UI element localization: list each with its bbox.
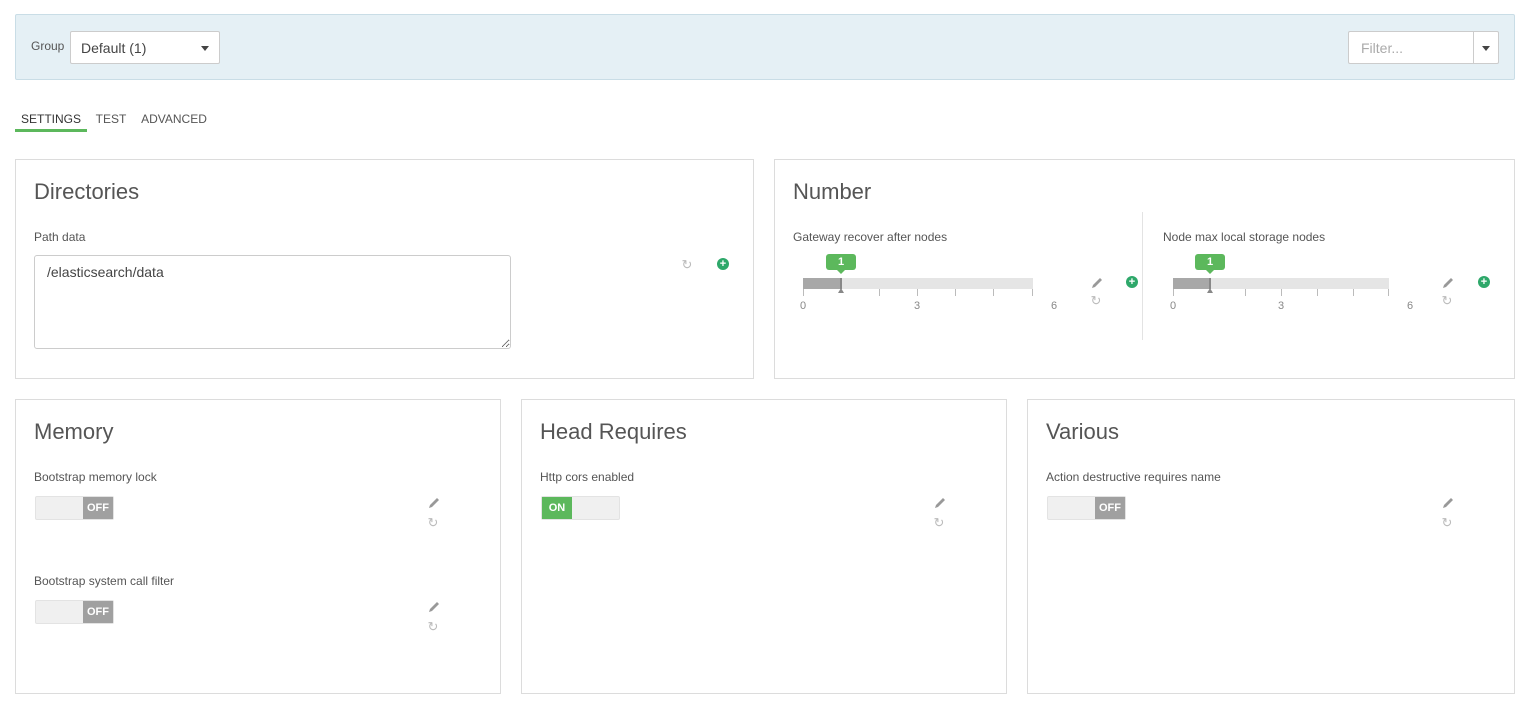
slider-value-bubble: 1 xyxy=(826,254,856,274)
syscall-filter-toggle[interactable]: OFF xyxy=(35,600,114,624)
slider-tick xyxy=(803,289,804,296)
slider-tick xyxy=(1173,289,1174,296)
slider-tick xyxy=(917,289,918,296)
refresh-icon[interactable]: ↻ xyxy=(427,620,439,633)
slider-tick xyxy=(1032,289,1033,296)
pencil-icon[interactable] xyxy=(427,496,441,510)
panel-title: Head Requires xyxy=(540,419,687,444)
node-max-storage-label: Node max local storage nodes xyxy=(1163,230,1326,244)
head-requires-panel: Head Requires Http cors enabled ON ↻ xyxy=(521,399,1007,694)
slider-tick xyxy=(1317,289,1318,296)
add-icon[interactable]: + xyxy=(717,258,729,270)
memory-panel: Memory Bootstrap memory lock OFF ↻ Boots… xyxy=(15,399,501,694)
slider-tick xyxy=(1388,289,1389,296)
panel-title: Number xyxy=(793,179,872,204)
slider-pointer xyxy=(838,288,844,293)
slider-tick xyxy=(1353,289,1354,296)
pencil-icon[interactable] xyxy=(1090,276,1104,290)
memory-lock-label: Bootstrap memory lock xyxy=(34,470,157,484)
http-cors-toggle[interactable]: ON xyxy=(541,496,620,520)
toggle-state: OFF xyxy=(83,497,113,519)
slider-pointer xyxy=(1207,288,1213,293)
toggle-state: OFF xyxy=(83,601,113,623)
destructive-requires-name-toggle[interactable]: OFF xyxy=(1047,496,1126,520)
slider-max-label: 6 xyxy=(1407,300,1414,312)
pencil-icon[interactable] xyxy=(427,600,441,614)
panel-title: Various xyxy=(1046,419,1119,444)
http-cors-label: Http cors enabled xyxy=(540,470,635,484)
slider-fill xyxy=(803,278,841,289)
column-divider xyxy=(1142,212,1143,340)
group-select-value: Default (1) xyxy=(81,40,147,56)
refresh-icon[interactable]: ↻ xyxy=(1441,294,1453,307)
tab-test[interactable]: TEST xyxy=(93,108,129,132)
tab-advanced[interactable]: ADVANCED xyxy=(141,108,207,132)
add-icon[interactable]: + xyxy=(1126,276,1138,288)
slider-tick xyxy=(879,289,880,296)
gateway-recover-label: Gateway recover after nodes xyxy=(793,230,948,244)
number-panel: Number Gateway recover after nodes 1 0 3… xyxy=(774,159,1515,379)
chevron-down-icon xyxy=(201,46,209,51)
path-data-label: Path data xyxy=(34,230,86,244)
filter-dropdown-button[interactable] xyxy=(1473,31,1499,64)
slider-tick xyxy=(1245,289,1246,296)
pencil-icon[interactable] xyxy=(1441,276,1455,290)
various-panel: Various Action destructive requires name… xyxy=(1027,399,1515,694)
toggle-state: OFF xyxy=(1095,497,1125,519)
chevron-down-icon xyxy=(1482,46,1490,51)
destructive-requires-name-label: Action destructive requires name xyxy=(1046,470,1221,484)
node-max-storage-slider[interactable]: 1 0 3 6 xyxy=(1170,254,1413,338)
slider-tick xyxy=(955,289,956,296)
slider-min-label: 0 xyxy=(800,300,807,312)
path-data-textarea[interactable] xyxy=(34,255,511,349)
gateway-recover-slider[interactable]: 1 0 3 6 xyxy=(800,254,1057,338)
directories-panel: Directories Path data ↻ + xyxy=(15,159,754,379)
slider-value-bubble: 1 xyxy=(1195,254,1225,274)
toggle-state: ON xyxy=(542,497,572,519)
memory-lock-toggle[interactable]: OFF xyxy=(35,496,114,520)
refresh-icon[interactable]: ↻ xyxy=(681,258,693,271)
slider-max-label: 6 xyxy=(1051,300,1058,312)
top-toolbar: Group Default (1) xyxy=(15,14,1515,80)
tab-settings[interactable]: SETTINGS xyxy=(15,108,87,132)
slider-mid-label: 3 xyxy=(914,300,921,312)
group-select[interactable]: Default (1) xyxy=(70,31,220,64)
pencil-icon[interactable] xyxy=(1441,496,1455,510)
refresh-icon[interactable]: ↻ xyxy=(1441,516,1453,529)
slider-fill xyxy=(1173,278,1210,289)
pencil-icon[interactable] xyxy=(933,496,947,510)
slider-mid-label: 3 xyxy=(1278,300,1285,312)
group-label: Group xyxy=(31,39,65,53)
add-icon[interactable]: + xyxy=(1478,276,1490,288)
refresh-icon[interactable]: ↻ xyxy=(427,516,439,529)
refresh-icon[interactable]: ↻ xyxy=(933,516,945,529)
slider-tick xyxy=(993,289,994,296)
panel-title: Directories xyxy=(34,179,140,204)
syscall-filter-label: Bootstrap system call filter xyxy=(34,574,175,588)
panel-title: Memory xyxy=(34,419,114,444)
refresh-icon[interactable]: ↻ xyxy=(1090,294,1102,307)
slider-min-label: 0 xyxy=(1170,300,1177,312)
filter-input[interactable] xyxy=(1348,31,1474,64)
slider-tick xyxy=(1281,289,1282,296)
